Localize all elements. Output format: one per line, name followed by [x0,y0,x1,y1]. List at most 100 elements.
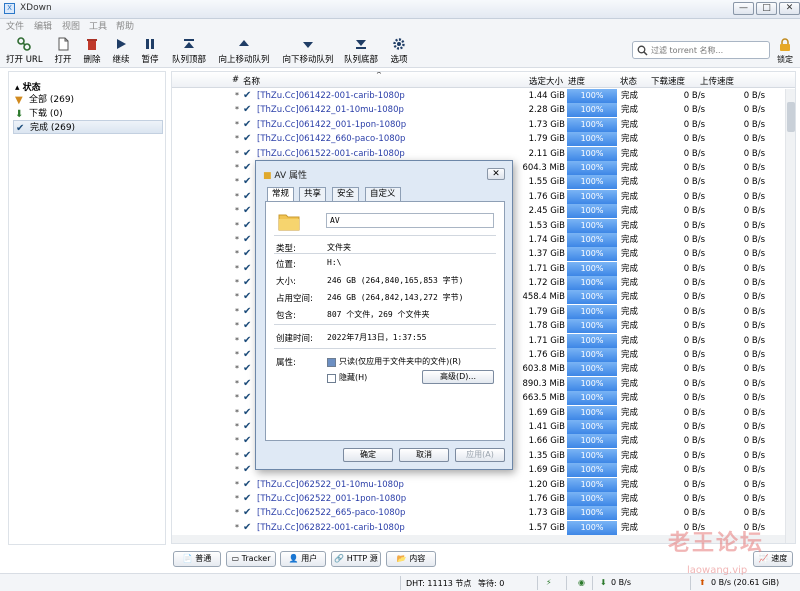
resume-button[interactable]: 继续 [110,37,132,67]
sidebar-item-downloading[interactable]: ⬇ 下载 (0) [13,107,163,121]
tab-general[interactable]: 常规 [267,187,295,202]
completed-check-icon: ✔ [243,377,252,389]
col-down-speed[interactable]: 下载速度 [651,75,685,87]
torrent-size: 1.66 GiB [528,436,565,447]
ok-button[interactable]: 确定 [343,448,393,462]
queue-down-button[interactable]: 向下移动队列 [280,37,336,67]
col-status[interactable]: 状态 [620,75,637,87]
lock-toggle[interactable]: 锁定 [773,38,797,65]
queue-marker: * [235,522,239,532]
queue-marker: * [235,177,239,187]
menu-view[interactable]: 视图 [62,19,80,32]
torrent-status: 完成 [621,177,639,188]
readonly-checkbox[interactable] [327,358,336,367]
open-button[interactable]: 打开 [52,37,74,67]
sidebar-item-all[interactable]: ▼ 全部 (269) [13,93,163,107]
torrent-size: 1.72 GiB [528,278,565,289]
completed-check-icon: ✔ [243,262,252,274]
hidden-checkbox[interactable] [327,374,336,383]
apply-button[interactable]: 应用(A) [455,448,505,462]
table-row[interactable]: * ✔ [ThZu.Cc]061422_660-paco-1080p 1.79 GiB… [172,132,785,147]
queue-marker: * [235,162,239,172]
folder-name-field[interactable]: AV [326,213,494,228]
separator [690,576,691,590]
progress-bar: 100% [567,276,617,291]
pause-button[interactable]: 暂停 [139,37,161,67]
menu-help[interactable]: 帮助 [116,19,134,32]
tab-content[interactable]: 📂 内容 [386,551,436,567]
table-row[interactable]: * ✔ [ThZu.Cc]062522_01-10mu-1080p 1.20 GiB 1… [172,477,785,492]
table-row[interactable]: * ✔ [ThZu.Cc]061422-001-carib-1080p 1.44 Gi… [172,89,785,103]
queue-marker: * [235,134,239,144]
queue-marker: * [235,407,239,417]
tab-general[interactable]: 📄 普通 [173,551,221,567]
tab-custom[interactable]: 自定义 [365,187,401,201]
tab-http-sources[interactable]: 🔗 HTTP 源 [331,551,381,567]
tab-sharing[interactable]: 共享 [299,187,327,201]
completed-check-icon: ✔ [243,233,252,245]
search-input[interactable] [651,44,766,57]
queue-marker: * [235,306,239,316]
delete-label: 删除 [83,55,101,65]
queue-up-button[interactable]: 向上移动队列 [216,37,272,67]
col-size[interactable]: 选定大小 [529,75,563,87]
upload-speed: 0 B/s [743,306,765,317]
cancel-button[interactable]: 取消 [399,448,449,462]
torrent-size: 2.28 GiB [528,105,565,116]
upload-speed: 0 B/s [743,378,765,389]
torrent-size: 663.5 MiB [522,393,565,404]
col-num[interactable]: # [232,75,239,85]
col-progress[interactable]: 进度 [568,75,585,87]
menu-tools[interactable]: 工具 [89,19,107,32]
queue-marker: * [235,335,239,345]
download-speed: 0 B/s [683,206,705,217]
queue-bottom-button[interactable]: 队列底部 [342,37,380,67]
menu-file[interactable]: 文件 [6,19,24,32]
dialog-close-button[interactable]: ✕ [487,168,505,180]
col-up-speed[interactable]: 上传速度 [700,75,734,87]
torrent-status: 完成 [621,105,639,116]
queue-top-button[interactable]: 队列顶部 [170,37,208,67]
completed-check-icon: ✔ [243,449,252,461]
progress-bar: 100% [567,520,617,535]
upload-speed: 0 B/s [743,206,765,217]
advanced-button[interactable]: 高级(D)... [422,370,494,384]
table-row[interactable]: * ✔ [ThZu.Cc]062522_001-1pon-1080p 1.76 GiB… [172,491,785,506]
table-row[interactable]: * ✔ [ThZu.Cc]062522_665-paco-1080p 1.73 GiB… [172,506,785,521]
table-row[interactable]: * ✔ [ThZu.Cc]061422_01-10mu-1080p 2.28 GiB 1… [172,103,785,118]
vertical-scrollbar[interactable] [785,89,795,543]
download-speed: 0 B/s [683,278,705,289]
completed-check-icon: ✔ [243,349,252,361]
dialog-title-bar: ■ AV 属性 ✕ [256,161,512,185]
progress-bar: 100% [567,434,617,449]
tab-peers[interactable]: 👤 用户 [280,551,326,567]
sidebar-header: ▴ 状态 [15,83,41,93]
table-row[interactable]: * ✔ [ThZu.Cc]061422_001-1pon-1080p 1.73 GiB… [172,117,785,132]
options-button[interactable]: 选项 [388,37,410,67]
queue-marker: * [235,421,239,431]
upload-speed: 0 B/s [743,407,765,418]
completed-check-icon: ✔ [243,492,252,504]
col-name[interactable]: 名称 [243,75,260,87]
torrent-size: 1.71 GiB [528,335,565,346]
scroll-thumb[interactable] [787,102,795,132]
search-box[interactable] [632,41,770,59]
tab-security[interactable]: 安全 [332,187,360,201]
download-speed: 0 B/s [683,234,705,245]
maximize-button[interactable]: □ [756,2,777,15]
progress-bar: 100% [567,175,617,190]
open-url-button[interactable]: 打开 URL [6,37,43,67]
table-row[interactable]: * ✔ [ThZu.Cc]061522-001-carib-1080p 2.11 Gi… [172,146,785,161]
delete-button[interactable]: 删除 [81,37,103,67]
sidebar-item-completed[interactable]: ✔ 完成 (269) [13,120,163,134]
queue-bottom-label: 队列底部 [343,55,378,65]
minimize-button[interactable]: — [733,2,754,15]
tab-tracker[interactable]: ▭ Tracker [226,551,276,567]
download-speed: 0 B/s [683,292,705,303]
torrent-size: 604.3 MiB [522,162,565,173]
queue-marker: * [235,465,239,475]
close-button[interactable]: ✕ [779,2,800,15]
menu-edit[interactable]: 编辑 [34,19,52,32]
completed-check-icon: ✔ [243,320,252,332]
torrent-size: 1.79 GiB [528,306,565,317]
